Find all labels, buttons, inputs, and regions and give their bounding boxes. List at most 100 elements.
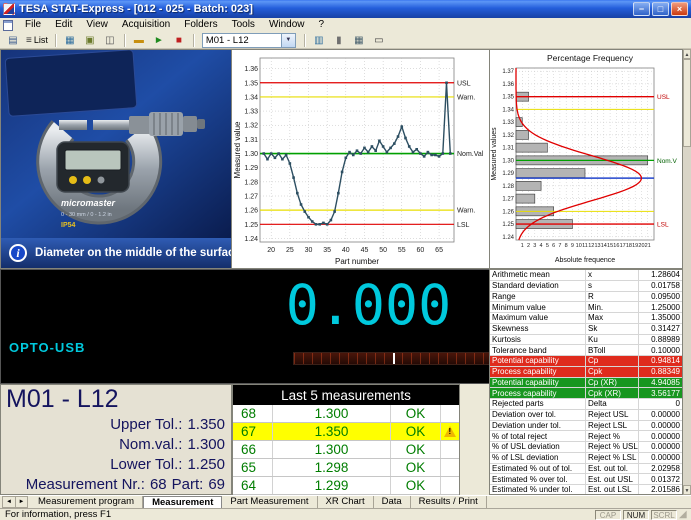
stat-value-cell: 0.00000 bbox=[638, 421, 682, 431]
upper-tolerance-label: Upper Tol.: bbox=[110, 416, 182, 433]
data-point bbox=[352, 154, 355, 157]
chevron-down-icon[interactable]: ▼ bbox=[281, 34, 295, 47]
stat-value-cell: 0.10000 bbox=[638, 345, 682, 355]
stats-row: % of LSL deviationReject % LSL0.00000 bbox=[490, 453, 682, 464]
close-button[interactable]: × bbox=[671, 2, 688, 16]
histogram-icon[interactable]: ▮ bbox=[330, 33, 348, 48]
data-point bbox=[281, 158, 284, 161]
histogram-ylabel: Measured values bbox=[491, 127, 498, 181]
menu-window[interactable]: Window bbox=[262, 18, 312, 32]
x-tick-label: 20 bbox=[638, 243, 644, 249]
start-acquisition-icon[interactable]: ► bbox=[150, 33, 168, 48]
stats-row: Process capabilityCpk (XR)3.56177 bbox=[490, 388, 682, 399]
xr-chart-icon[interactable]: ▥ bbox=[310, 33, 328, 48]
stat-symbol-cell: Reject USL bbox=[585, 410, 638, 420]
y-tick-label: 1.29 bbox=[244, 165, 258, 172]
stat-name-cell: Rejected parts bbox=[490, 399, 585, 409]
tab-results-print[interactable]: Results / Print bbox=[411, 496, 487, 508]
stat-symbol-cell: Reject % bbox=[585, 431, 638, 441]
x-tick-label: 14 bbox=[601, 243, 607, 249]
flag-cell bbox=[441, 405, 459, 422]
histogram-bar bbox=[516, 143, 547, 152]
menu-edit[interactable]: Edit bbox=[48, 18, 79, 32]
x-tick-label: 11 bbox=[582, 243, 588, 249]
form-view-icon[interactable]: ▣ bbox=[81, 33, 99, 48]
data-point bbox=[266, 158, 269, 161]
grid-view-icon[interactable]: ▦ bbox=[61, 33, 79, 48]
program-combo-value: M01 - L12 bbox=[203, 35, 281, 46]
tab-xr-chart[interactable]: XR Chart bbox=[318, 496, 374, 508]
micrometer-ratchet bbox=[197, 119, 205, 129]
report-icon[interactable]: ▤ bbox=[4, 33, 22, 48]
start-acquisition-icon: ► bbox=[154, 35, 164, 46]
measurement-value-cell: 1.300 bbox=[273, 405, 391, 422]
menu-bar: FileEditViewAcquisitionFoldersToolsWindo… bbox=[0, 18, 691, 32]
menu-tools[interactable]: Tools bbox=[225, 18, 262, 32]
scrollbar-thumb[interactable] bbox=[683, 59, 691, 147]
menu-file[interactable]: File bbox=[18, 18, 48, 32]
data-point bbox=[292, 176, 295, 179]
analog-gauge bbox=[293, 352, 493, 365]
measurement-number-line: Measurement Nr.:68Part:69 bbox=[21, 476, 225, 493]
tab-data[interactable]: Data bbox=[374, 496, 411, 508]
ref-line-label: Warn. bbox=[457, 94, 475, 101]
x-tick-label: 60 bbox=[417, 247, 425, 254]
last5-row: 681.300OK bbox=[233, 405, 459, 423]
histogram-panel: Percentage Frequency 1.241.251.261.271.2… bbox=[489, 49, 683, 269]
stats-row: Tolerance bandBToll0.10000 bbox=[490, 345, 682, 356]
list-icon: ≡ bbox=[26, 35, 32, 46]
data-point bbox=[296, 192, 299, 195]
stat-name-cell: % of LSL deviation bbox=[490, 453, 585, 463]
stat-name-cell: Arithmetic mean bbox=[490, 270, 585, 280]
toolbar: ▤≡List▦▣◫▬►■M01 - L12▼▥▮▦▭ bbox=[0, 32, 691, 49]
spacer-panel bbox=[460, 384, 490, 495]
lower-tolerance-label: Lower Tol.: bbox=[110, 456, 182, 473]
tab-measurement-program[interactable]: Measurement program bbox=[30, 496, 143, 508]
menu-?[interactable]: ? bbox=[312, 18, 332, 32]
scroll-down-icon[interactable]: ▼ bbox=[683, 485, 691, 495]
data-table-icon[interactable]: ▦ bbox=[350, 33, 368, 48]
y-tick-label: 1.25 bbox=[244, 222, 258, 229]
stat-symbol-cell: Cpk (XR) bbox=[585, 388, 638, 398]
minimize-button[interactable]: − bbox=[633, 2, 650, 16]
menu-view[interactable]: View bbox=[79, 18, 115, 32]
list-icon[interactable]: ≡List bbox=[24, 33, 50, 48]
tab-scroll-right-icon[interactable]: ► bbox=[15, 497, 27, 507]
tab-measurement[interactable]: Measurement bbox=[143, 496, 222, 508]
x-tick-label: 35 bbox=[323, 247, 331, 254]
window-layout-icon[interactable]: ◫ bbox=[101, 33, 119, 48]
resize-grip[interactable]: ◢ bbox=[679, 509, 691, 520]
title-bar[interactable]: TESA STAT-Express - [012 - 025 - Batch: … bbox=[0, 0, 691, 18]
y-tick-label: 1.26 bbox=[502, 209, 514, 215]
tab-scroll-left-icon[interactable]: ◄ bbox=[3, 497, 15, 507]
stat-symbol-cell: Cpk bbox=[585, 367, 638, 377]
y-tick-label: 1.30 bbox=[244, 151, 258, 158]
program-combo[interactable]: M01 - L12▼ bbox=[202, 33, 296, 48]
tab-part-measurement[interactable]: Part Measurement bbox=[222, 496, 317, 508]
y-tick-label: 1.28 bbox=[502, 184, 514, 190]
scroll-up-icon[interactable]: ▲ bbox=[683, 49, 691, 59]
x-tick-label: 25 bbox=[286, 247, 294, 254]
stat-value-cell: 2.01586 bbox=[638, 485, 682, 495]
x-tick-label: 10 bbox=[576, 243, 582, 249]
measurement-nr-cell: 64 bbox=[233, 477, 273, 494]
y-tick-label: 1.24 bbox=[502, 235, 514, 241]
x-tick-label: 2 bbox=[527, 243, 530, 249]
x-tick-label: 21 bbox=[645, 243, 651, 249]
folder-batch-icon[interactable]: ▬ bbox=[130, 33, 148, 48]
data-point bbox=[408, 145, 411, 148]
print-icon[interactable]: ▭ bbox=[370, 33, 388, 48]
histogram-xlabel: Absolute frequence bbox=[555, 257, 615, 264]
menu-acquisition[interactable]: Acquisition bbox=[115, 18, 177, 32]
stat-value-cell: 1.35000 bbox=[638, 313, 682, 323]
x-tick-label: 65 bbox=[435, 247, 443, 254]
live-measurement-panel: 0.000 OPTO-USB bbox=[0, 269, 490, 384]
stat-symbol-cell: Cp bbox=[585, 356, 638, 366]
vertical-scrollbar[interactable]: ▲ ▼ bbox=[683, 49, 691, 495]
stat-value-cell: 0.00000 bbox=[638, 442, 682, 452]
maximize-button[interactable]: □ bbox=[652, 2, 669, 16]
stop-acquisition-icon[interactable]: ■ bbox=[170, 33, 188, 48]
histogram-title: Percentage Frequency bbox=[547, 53, 634, 63]
stat-symbol-cell: Ku bbox=[585, 335, 638, 345]
menu-folders[interactable]: Folders bbox=[177, 18, 224, 32]
